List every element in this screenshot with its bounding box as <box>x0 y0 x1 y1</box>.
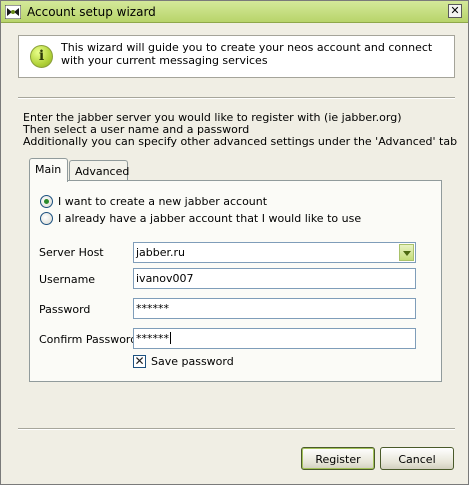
info-line-1: This wizard will guide you to create you… <box>61 41 433 54</box>
tab-panel-main: I want to create a new jabber account I … <box>29 180 442 382</box>
tab-advanced[interactable]: Advanced <box>69 160 130 182</box>
instruction-line-3: Additionally you can specify other advan… <box>23 135 458 148</box>
divider-bottom <box>18 428 455 430</box>
info-line-2: with your current messaging services <box>61 54 268 67</box>
username-value: ivanov007 <box>136 272 194 285</box>
wizard-window: Account setup wizard ✕ i This wizard wil… <box>0 0 469 485</box>
tab-advanced-label: Advanced <box>75 165 130 178</box>
password-label: Password <box>39 303 91 316</box>
jabber-bulb-icon <box>5 5 21 19</box>
radio-new-account-label: I want to create a new jabber account <box>58 195 268 208</box>
confirm-password-label: Confirm Password <box>39 333 138 346</box>
window-title: Account setup wizard <box>27 5 156 19</box>
instructions: Enter the jabber server you would like t… <box>23 112 458 148</box>
info-panel: i This wizard will guide you to create y… <box>18 35 455 78</box>
confirm-password-value: ****** <box>136 332 169 345</box>
chevron-down-icon[interactable] <box>399 244 414 261</box>
username-label: Username <box>39 273 96 286</box>
tab-main-label: Main <box>35 163 62 176</box>
save-password-checkbox[interactable]: ✕ <box>133 355 146 368</box>
close-button[interactable]: ✕ <box>448 4 462 18</box>
register-button[interactable]: Register <box>301 447 375 470</box>
divider-top <box>18 97 455 99</box>
server-host-combobox[interactable]: jabber.ru <box>133 242 416 263</box>
title-bar[interactable]: Account setup wizard ✕ <box>1 1 468 23</box>
cancel-button[interactable]: Cancel <box>380 447 454 470</box>
radio-existing-account-button[interactable] <box>40 212 53 225</box>
username-input[interactable]: ivanov007 <box>133 268 416 289</box>
radio-existing-account-label: I already have a jabber account that I w… <box>58 212 362 225</box>
server-host-label: Server Host <box>39 246 104 259</box>
info-icon: i <box>30 45 53 68</box>
tab-main[interactable]: Main <box>29 158 68 182</box>
info-message: This wizard will guide you to create you… <box>61 41 441 67</box>
radio-new-account-button[interactable] <box>40 195 53 208</box>
close-icon: ✕ <box>450 4 460 17</box>
confirm-password-input[interactable]: ****** <box>133 328 416 349</box>
password-input[interactable]: ****** <box>133 298 416 319</box>
server-host-value: jabber.ru <box>136 246 186 259</box>
text-caret <box>170 332 171 344</box>
password-value: ****** <box>136 302 169 315</box>
save-password-label: Save password <box>151 355 234 368</box>
